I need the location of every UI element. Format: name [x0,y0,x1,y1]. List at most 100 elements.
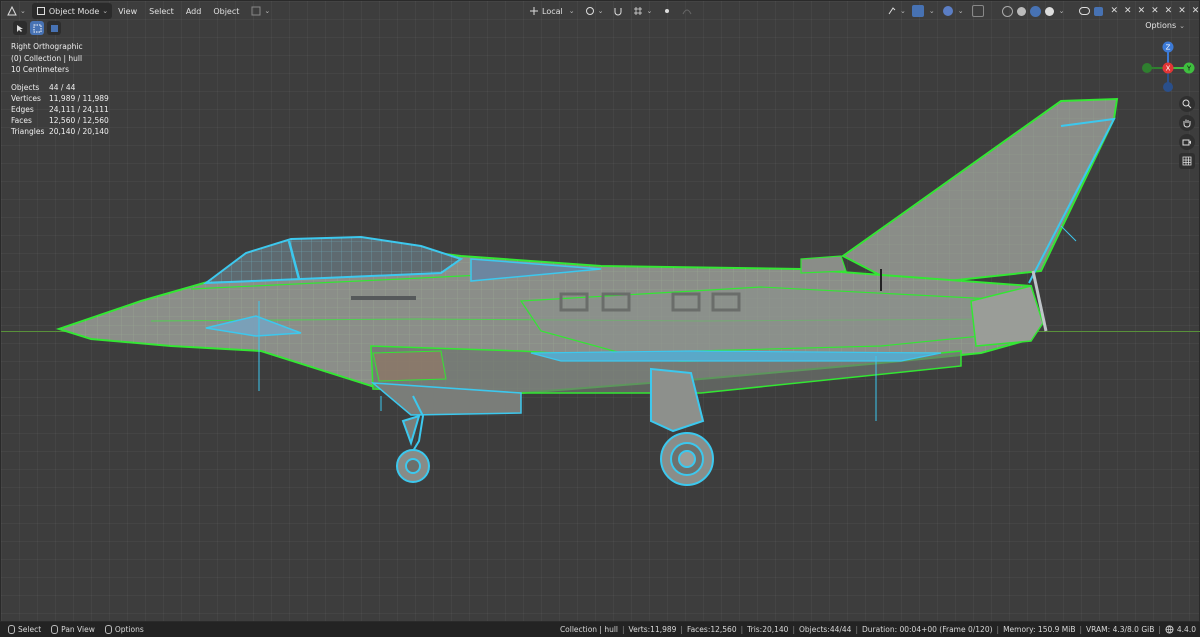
material-shading-icon[interactable] [1029,5,1041,17]
view-name: Right Orthographic [11,42,83,51]
mouse-left-icon [8,625,15,634]
globe-icon [1165,625,1174,634]
camera-icon [1182,139,1191,146]
navigation-gizmo[interactable]: Z Y X [1137,39,1200,99]
proportional-icon [665,9,670,13]
menu-select[interactable]: Select [143,7,180,16]
mouse-right-icon [104,625,112,634]
stat-label: Triangles [11,127,45,136]
options-label: Options [1145,21,1177,30]
zoom-button[interactable] [1179,96,1195,112]
gizmo-y-label: Y [1186,65,1192,73]
stat-value: 11,989 / 11,989 [49,94,109,103]
hint-label: Options [114,625,144,634]
select-extend-tool[interactable] [47,21,61,35]
editor-type-button[interactable]: ⌄ [3,3,30,19]
proportional-editing-button[interactable] [658,3,676,19]
wireframe-shading-icon[interactable] [1001,5,1013,17]
viewport-shading-tools: ⌄ ⌄ ⌄ ⌄ ✕✕✕✕✕✕✕✕ [881,3,1200,19]
snap-button[interactable] [609,3,627,19]
orientation-icon [530,7,538,15]
gizmo-toggle-button[interactable]: ⌄ [247,3,274,19]
status-hints: Select Pan View Options [8,625,154,634]
menu-view[interactable]: View [112,7,143,16]
projection-toggle-button[interactable] [1179,153,1195,169]
stat-label: Edges [11,105,34,114]
solid-shading-icon[interactable] [1016,6,1026,16]
eye-icon[interactable] [1078,7,1090,15]
status-faces: Faces:12,560 [686,625,737,634]
stat-label: Objects [11,83,40,92]
select-box-icon [33,24,41,32]
snap-target-button[interactable]: ⌄ [629,3,656,19]
gizmo-toggle-icon[interactable] [911,5,924,17]
overlays-icon[interactable] [942,6,953,16]
grid-scale: 10 Centimeters [11,65,70,75]
scene-statistics: Objects 44 / 44 Vertices 11,989 / 11,989 E… [11,82,109,137]
falloff-icon [682,9,692,15]
select-box-tool[interactable] [30,21,44,35]
falloff-button[interactable] [678,3,696,19]
hint-select: Select [8,625,41,634]
editor-type-icon [7,6,17,16]
pivot-point-button[interactable]: ⌄ [581,3,608,19]
stat-row: Edges 24,111 / 24,111 [11,104,109,115]
pivot-icon [585,7,594,15]
stat-row: Triangles 20,140 / 20,140 [11,126,109,137]
hint-label: Select [18,625,42,634]
status-version: 4.4.0 [1176,625,1196,634]
orientation-label: Local [542,6,563,16]
status-memory: Memory: 150.9 MiB [1003,625,1076,634]
visibility-button[interactable]: ⌄ [883,3,910,19]
camera-view-button[interactable] [1179,134,1195,150]
hint-label: Pan View [61,625,95,634]
restrict-toggles-icon[interactable]: ✕✕✕✕✕✕✕✕ [1111,6,1200,16]
toggle-1-icon[interactable] [1093,6,1103,16]
object-mode-icon [36,7,45,15]
hint-options: Options [104,625,144,634]
hint-pan: Pan View [51,625,95,634]
orientation-select[interactable]: Local ⌄ [525,3,579,19]
stat-value: 20,140 / 20,140 [49,127,109,136]
options-button[interactable]: Options ⌄ [1145,21,1185,30]
menu-object[interactable]: Object [207,7,245,16]
stat-value: 24,111 / 24,111 [49,105,109,114]
status-collection: Collection | hull [559,625,619,634]
aircraft-wireframe[interactable] [1,1,1200,623]
transform-tools: Local ⌄ ⌄ ⌄ [523,3,696,19]
hand-icon [1183,119,1191,128]
viewport-header: ⌄ Object Mode ⌄ View Select Add Object ⌄… [1,1,1200,21]
xray-icon[interactable] [971,5,984,17]
tweak-tool[interactable] [13,21,27,35]
status-bar: Select Pan View Options Collection | hul… [0,622,1200,637]
chevron-down-icon: ⌄ [568,7,575,15]
cursor-icon [16,24,23,32]
gizmo-x-label: X [1166,65,1171,73]
status-verts: Verts:11,989 [628,625,677,634]
rendered-shading-icon[interactable] [1044,6,1054,16]
stat-row: Objects 44 / 44 [11,82,109,93]
collection-info: (0) Collection | hull [11,53,83,63]
stat-value: 12,560 / 12,560 [49,116,109,125]
selectability-icon [888,7,896,15]
tool-row [13,21,64,35]
mode-label: Object Mode [48,6,100,16]
status-tris: Tris:20,140 [747,625,789,634]
mouse-middle-icon [51,625,59,634]
transform-gizmo-icon [251,6,261,16]
gizmo-z-label: Z [1166,44,1171,52]
stat-label: Faces [11,116,32,125]
grid-projection-icon [1182,156,1192,166]
status-vram: VRAM: 4.3/8.0 GiB [1086,625,1155,634]
pan-button[interactable] [1179,115,1195,131]
menu-add[interactable]: Add [180,7,208,16]
mode-select[interactable]: Object Mode ⌄ [31,3,113,19]
stat-row: Faces 12,560 / 12,560 [11,115,109,126]
viewport-info: Right Orthographic (0) Collection | hull… [11,41,83,76]
stat-label: Vertices [11,94,41,103]
3d-viewport[interactable]: ⌄ Object Mode ⌄ View Select Add Object ⌄… [0,0,1200,622]
status-duration: Duration: 00:04+00 (Frame 0/120) [862,625,993,634]
status-objects: Objects:44/44 [798,625,852,634]
snap-magnet-icon [614,8,622,16]
stat-row: Vertices 11,989 / 11,989 [11,93,109,104]
